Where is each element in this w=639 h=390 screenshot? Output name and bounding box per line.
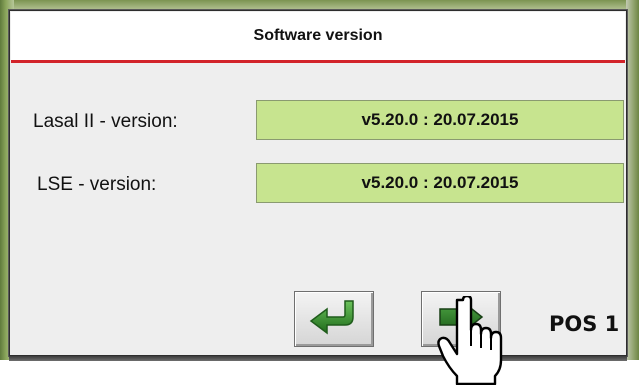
hand-pointer-icon [437, 294, 519, 390]
lse-version-value: v5.20.0 : 20.07.2015 [256, 163, 624, 203]
dialog-title: Software version [11, 12, 625, 60]
lse-version-label: LSE - version: [37, 174, 157, 195]
title-divider [11, 60, 625, 63]
back-button[interactable] [294, 291, 374, 347]
position-annotation: POS 1 [549, 312, 620, 336]
lasal-version-label: Lasal II - version: [33, 111, 178, 132]
lasal-version-value: v5.20.0 : 20.07.2015 [256, 100, 624, 140]
return-arrow-icon [307, 297, 361, 342]
